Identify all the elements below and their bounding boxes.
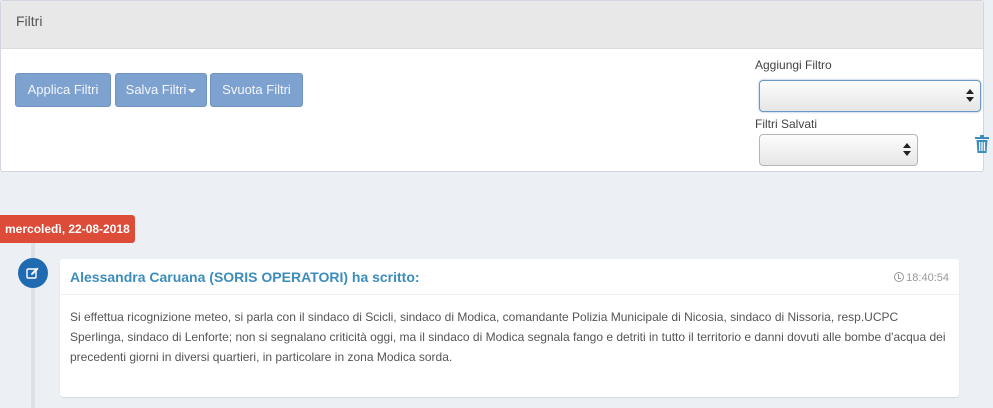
timeline-item-time: 18:40:54 (894, 272, 949, 284)
timeline-date-badge: mercoledì, 22-08-2018 (0, 215, 135, 243)
timeline-item-author: Alessandra Caruana (SORIS OPERATORI) ha … (70, 269, 420, 285)
clock-icon (894, 272, 905, 282)
apply-filters-button[interactable]: Applica Filtri (15, 73, 111, 107)
trash-icon[interactable] (975, 135, 989, 153)
saved-filters-label: Filtri Salvati (755, 117, 818, 131)
filters-panel: Filtri Applica Filtri Salva Filtri Svuot… (0, 0, 989, 172)
save-filters-button[interactable]: Salva Filtri (115, 73, 207, 107)
timeline-item-header: Alessandra Caruana (SORIS OPERATORI) ha … (60, 259, 959, 295)
timeline-item: Alessandra Caruana (SORIS OPERATORI) ha … (60, 259, 959, 397)
clear-filters-button[interactable]: Svuota Filtri (210, 73, 303, 107)
saved-filters-select[interactable] (759, 134, 918, 166)
save-filters-label: Salva Filtri (125, 82, 187, 97)
timeline-item-time-text: 18:40:54 (906, 272, 949, 284)
add-filter-label: Aggiungi Filtro (755, 58, 832, 72)
add-filter-select[interactable] (759, 80, 981, 112)
edit-icon (18, 258, 48, 288)
filters-panel-title: Filtri (1, 1, 983, 49)
timeline-item-body: Si effettua ricognizione meteo, si parla… (70, 310, 946, 364)
select-arrows-icon (966, 89, 974, 103)
caret-down-icon (188, 88, 197, 93)
select-arrows-icon (903, 143, 911, 157)
